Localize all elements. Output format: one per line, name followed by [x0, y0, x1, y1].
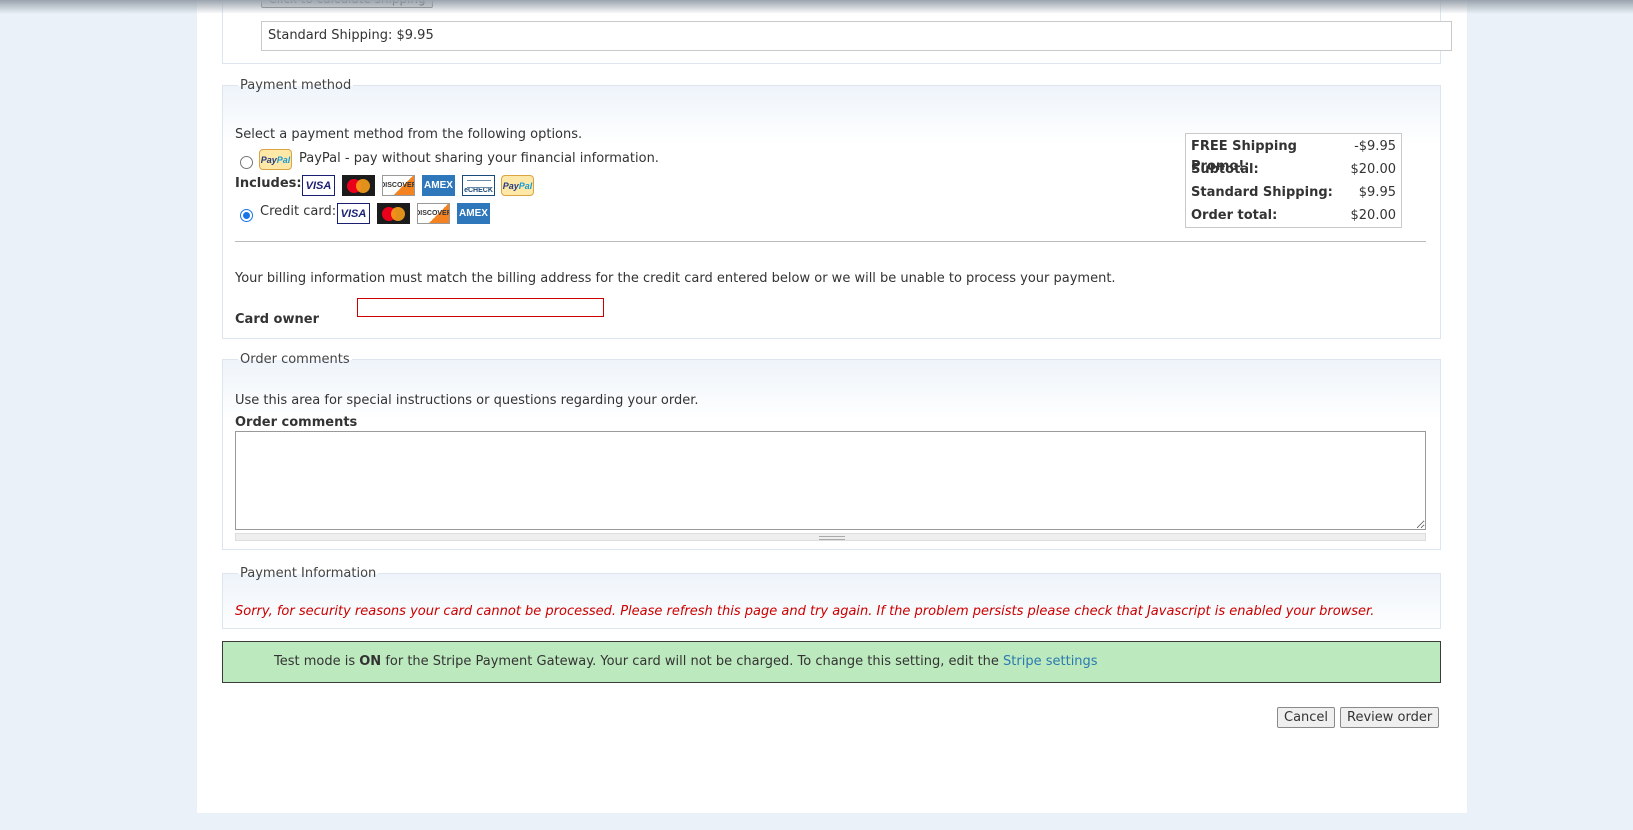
discover-logo-icon: DISCOVER [382, 175, 415, 196]
order-comments-legend: Order comments [240, 352, 350, 367]
credit-card-option-label[interactable]: Credit card: [260, 204, 336, 219]
credit-card-radio[interactable] [240, 209, 253, 222]
card-owner-input[interactable] [357, 298, 604, 317]
shipping-section: Click to calculate shipping Standard Shi… [222, 0, 1452, 64]
totals-row: Order total: $20.00 [1191, 208, 1396, 223]
cc-visa-logo-icon: VISA [337, 203, 370, 224]
totals-row: Standard Shipping: $9.95 [1191, 185, 1396, 200]
selected-shipping-quote: Standard Shipping: $9.95 [261, 21, 1452, 51]
visa-logo-icon: VISA [302, 175, 335, 196]
textarea-resize-grip[interactable] [235, 533, 1426, 541]
order-comments-section: Order comments Use this area for special… [222, 352, 1441, 550]
review-order-button[interactable]: Review order [1340, 707, 1440, 728]
stripe-settings-link[interactable]: Stripe settings [1003, 654, 1098, 669]
totals-row: FREE Shipping Promo!: -$9.95 [1191, 139, 1396, 174]
paypal-logo-icon: Pay Pal [259, 149, 292, 170]
card-security-error: Sorry, for security reasons your card ca… [235, 604, 1375, 619]
order-totals-box: FREE Shipping Promo!: -$9.95 Subtotal: $20… [1185, 133, 1402, 228]
cancel-button[interactable]: Cancel [1277, 707, 1336, 728]
cc-amex-logo-icon: AMEX [457, 203, 490, 224]
echeck-logo-icon: eCHECK [462, 175, 495, 196]
payment-method-instruction: Select a payment method from the followi… [235, 127, 583, 142]
payment-information-section: Payment Information Sorry, for security … [222, 566, 1441, 629]
paypal-small-logo-icon: Pay Pal [501, 175, 534, 196]
includes-label: Includes: [235, 176, 302, 191]
payment-method-legend: Payment method [240, 78, 352, 93]
stripe-test-mode-notice: Test mode is ON for the Stripe Payment G… [222, 641, 1441, 683]
test-mode-status: ON [359, 654, 382, 669]
order-comments-label: Order comments [235, 415, 358, 430]
card-owner-label: Card owner [235, 312, 319, 327]
calculate-shipping-button[interactable]: Click to calculate shipping [261, 0, 433, 8]
mastercard-logo-icon [342, 175, 375, 196]
totals-row: Subtotal: $20.00 [1191, 162, 1396, 177]
cc-mastercard-logo-icon [377, 203, 410, 224]
billing-notice: Your billing information must match the … [235, 271, 1116, 286]
cc-discover-logo-icon: DISCOVER [417, 203, 450, 224]
divider [235, 241, 1426, 242]
payment-method-section: Payment method Select a payment method f… [222, 78, 1441, 339]
checkout-page: Click to calculate shipping Standard Shi… [197, 0, 1467, 813]
payment-information-legend: Payment Information [240, 566, 377, 581]
order-comments-textarea[interactable] [235, 431, 1426, 530]
paypal-radio[interactable] [240, 156, 253, 169]
order-comments-instruction: Use this area for special instructions o… [235, 393, 699, 408]
amex-logo-icon: AMEX [422, 175, 455, 196]
paypal-option-label[interactable]: PayPal - pay without sharing your financ… [299, 151, 659, 166]
